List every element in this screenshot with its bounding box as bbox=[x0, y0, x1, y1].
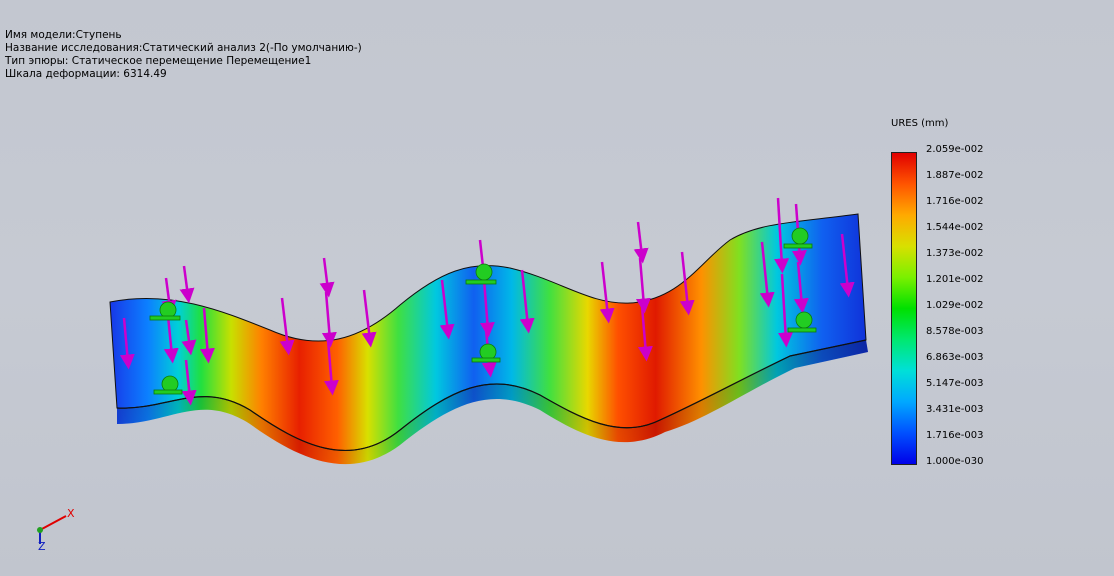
legend-label: 1.029e-002 bbox=[926, 300, 984, 311]
fea-model-view[interactable] bbox=[0, 0, 1114, 576]
legend-label: 1.716e-002 bbox=[926, 196, 984, 207]
triad-z-label: Z bbox=[38, 540, 46, 553]
legend-label: 3.431e-003 bbox=[926, 404, 984, 415]
legend-color-bar bbox=[891, 152, 917, 465]
legend-label: 1.887e-002 bbox=[926, 170, 984, 181]
legend-label: 1.373e-002 bbox=[926, 248, 984, 259]
legend-title: URES (mm) bbox=[891, 118, 949, 129]
legend-label: 1.716e-003 bbox=[926, 430, 984, 441]
triad-x-label: X bbox=[67, 507, 75, 520]
plate-top-face bbox=[109, 213, 867, 451]
legend-label: 8.578e-003 bbox=[926, 326, 984, 337]
legend-label: 5.147e-003 bbox=[926, 378, 984, 389]
legend-label: 2.059e-002 bbox=[926, 144, 984, 155]
legend-label: 1.201e-002 bbox=[926, 274, 984, 285]
legend-label: 1.000e-030 bbox=[926, 456, 984, 467]
legend-label: 6.863e-003 bbox=[926, 352, 984, 363]
legend-label: 1.544e-002 bbox=[926, 222, 984, 233]
